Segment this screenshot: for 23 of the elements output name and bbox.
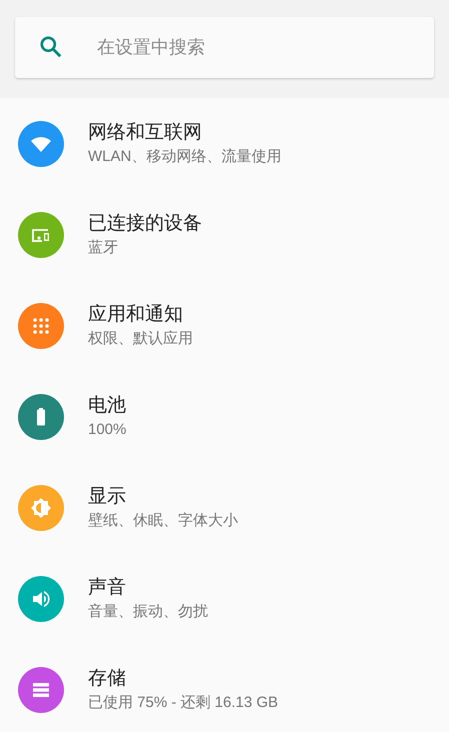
settings-item[interactable]: 应用和通知 权限、默认应用 (0, 280, 449, 371)
settings-item[interactable]: 已连接的设备 蓝牙 (0, 189, 449, 280)
settings-item[interactable]: 电池 100% (0, 371, 449, 462)
item-subtitle: 已使用 75% - 还剩 16.13 GB (88, 692, 278, 712)
item-title: 存储 (88, 666, 127, 690)
item-subtitle: 100% (88, 420, 126, 440)
item-subtitle: 权限、默认应用 (88, 328, 193, 348)
settings-item[interactable]: 显示 壁纸、休眠、字体大小 (0, 462, 449, 553)
item-title: 电池 (88, 394, 126, 418)
settings-item[interactable]: 存储 已使用 75% - 还剩 16.13 GB (0, 644, 449, 732)
item-title: 声音 (88, 576, 127, 600)
item-title: 已连接的设备 (88, 212, 202, 236)
item-subtitle: 音量、振动、勿扰 (88, 602, 208, 622)
search-icon (38, 34, 64, 60)
item-subtitle: 蓝牙 (88, 238, 119, 258)
search-field[interactable]: 在设置中搜索 (15, 17, 434, 78)
item-subtitle: WLAN、移动网络、流量使用 (88, 146, 282, 166)
settings-item[interactable]: 网络和互联网 WLAN、移动网络、流量使用 (0, 98, 449, 189)
settings-item[interactable]: 声音 音量、振动、勿扰 (0, 553, 449, 644)
item-subtitle: 壁纸、休眠、字体大小 (88, 510, 238, 530)
item-title: 应用和通知 (88, 302, 184, 326)
item-title: 网络和互联网 (88, 120, 203, 144)
item-title: 显示 (88, 484, 127, 508)
